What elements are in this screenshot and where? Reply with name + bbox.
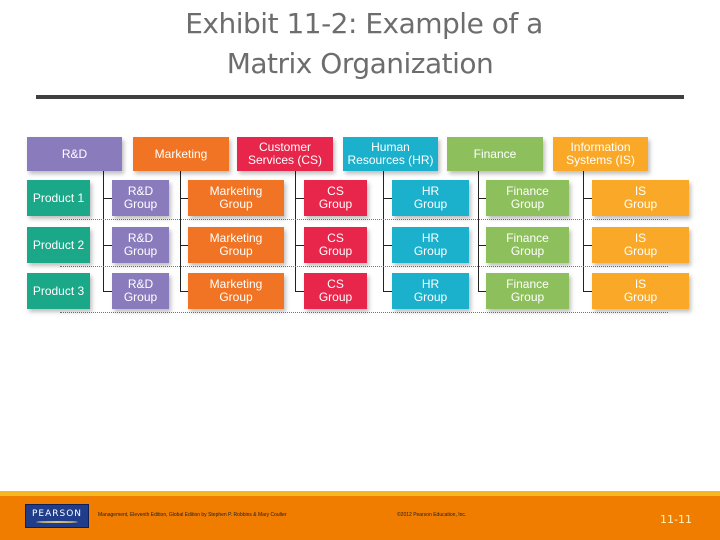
- connector-line: [478, 198, 486, 199]
- row-separator: [60, 312, 668, 313]
- group-is-product-1: IS Group: [592, 180, 689, 216]
- connector-line: [478, 291, 486, 292]
- logo-text: PEARSON: [31, 509, 83, 519]
- product-2: Product 2: [27, 227, 90, 263]
- department-cs: Customer Services (CS): [237, 137, 333, 171]
- connector-line: [583, 291, 592, 292]
- box-label-line: Group: [123, 244, 158, 258]
- dept-line-hr: [383, 171, 384, 291]
- box-label-line: Group: [510, 244, 545, 258]
- pearson-logo: PEARSON: [25, 504, 89, 528]
- box-label-line: Group: [413, 290, 448, 304]
- group-marketing-product-1: Marketing Group: [188, 180, 284, 216]
- book-credit: Management, Eleventh Edition, Global Edi…: [98, 512, 287, 518]
- matrix-org-diagram: R&D Marketing Customer Services (CS) Human Re…: [0, 0, 720, 480]
- connector-line: [383, 291, 392, 292]
- connector-line: [383, 198, 392, 199]
- product-3: Product 3: [27, 273, 90, 309]
- box-label-line: Group: [318, 197, 353, 211]
- group-marketing-product-3: Marketing Group: [188, 273, 284, 309]
- connector-line: [180, 291, 188, 292]
- logo-swoosh-icon: [36, 521, 78, 523]
- row-separator: [60, 219, 668, 220]
- group-finance-product-2: Finance Group: [486, 227, 569, 263]
- box-label-line: Group: [318, 290, 353, 304]
- group-finance-product-1: Finance Group: [486, 180, 569, 216]
- box-label-line: Group: [413, 197, 448, 211]
- connector-line: [180, 245, 188, 246]
- group-marketing-product-2: Marketing Group: [188, 227, 284, 263]
- group-finance-product-3: Finance Group: [486, 273, 569, 309]
- department-finance: Finance: [447, 137, 543, 171]
- connector-line: [295, 245, 304, 246]
- page-number: 11-11: [660, 513, 692, 526]
- box-label-line: Group: [219, 244, 253, 258]
- dept-line-finance: [478, 171, 479, 291]
- group-rd-product-1: R&D Group: [112, 180, 169, 216]
- connector-line: [103, 291, 112, 292]
- connector-line: [180, 198, 188, 199]
- product-label: Product 2: [32, 237, 85, 252]
- product-label: Product 1: [32, 190, 85, 205]
- department-rd: R&D: [27, 137, 122, 171]
- dept-line-is: [583, 171, 584, 291]
- group-hr-product-3: HR Group: [392, 273, 469, 309]
- group-cs-product-2: CS Group: [304, 227, 367, 263]
- box-label-line: Group: [623, 290, 658, 304]
- connector-line: [295, 291, 304, 292]
- connector-line: [583, 245, 592, 246]
- connector-line: [103, 245, 112, 246]
- copyright: ©2012 Pearson Education, Inc.: [397, 512, 467, 518]
- box-label-line: Group: [623, 197, 658, 211]
- box-label-line: Group: [219, 197, 253, 211]
- box-label-line: R&D: [61, 146, 88, 161]
- dept-line-marketing: [180, 171, 181, 291]
- product-1: Product 1: [27, 180, 90, 216]
- footer-bar: PEARSON Management, Eleventh Edition, Gl…: [0, 491, 720, 540]
- box-label-line: Group: [413, 244, 448, 258]
- department-marketing: Marketing: [133, 137, 229, 171]
- box-label-line: Resources (HR): [347, 153, 434, 167]
- box-label-line: Group: [510, 197, 545, 211]
- group-cs-product-1: CS Group: [304, 180, 367, 216]
- row-separator: [60, 266, 668, 267]
- dept-line-cs: [295, 171, 296, 291]
- department-is: Information Systems (IS): [553, 137, 648, 171]
- footer-stripe: [0, 491, 720, 496]
- box-label-line: Systems (IS): [566, 153, 635, 167]
- box-label-line: Group: [123, 290, 158, 304]
- box-label-line: Finance: [473, 146, 517, 161]
- box-label-line: Group: [510, 290, 545, 304]
- box-label-line: Services (CS): [247, 153, 322, 167]
- group-is-product-3: IS Group: [592, 273, 689, 309]
- group-hr-product-1: HR Group: [392, 180, 469, 216]
- box-label-line: Group: [219, 290, 253, 304]
- box-label-line: Group: [318, 244, 353, 258]
- box-label-line: Marketing: [154, 146, 208, 161]
- connector-line: [103, 198, 112, 199]
- department-hr: Human Resources (HR): [343, 137, 438, 171]
- product-label: Product 3: [32, 283, 85, 298]
- group-cs-product-3: CS Group: [304, 273, 367, 309]
- connector-line: [583, 198, 592, 199]
- group-hr-product-2: HR Group: [392, 227, 469, 263]
- group-rd-product-2: R&D Group: [112, 227, 169, 263]
- connector-line: [295, 198, 304, 199]
- group-rd-product-3: R&D Group: [112, 273, 169, 309]
- connector-line: [383, 245, 392, 246]
- box-label-line: Group: [623, 244, 658, 258]
- dept-line-rd: [103, 171, 104, 291]
- box-label-line: Group: [123, 197, 158, 211]
- group-is-product-2: IS Group: [592, 227, 689, 263]
- connector-line: [478, 245, 486, 246]
